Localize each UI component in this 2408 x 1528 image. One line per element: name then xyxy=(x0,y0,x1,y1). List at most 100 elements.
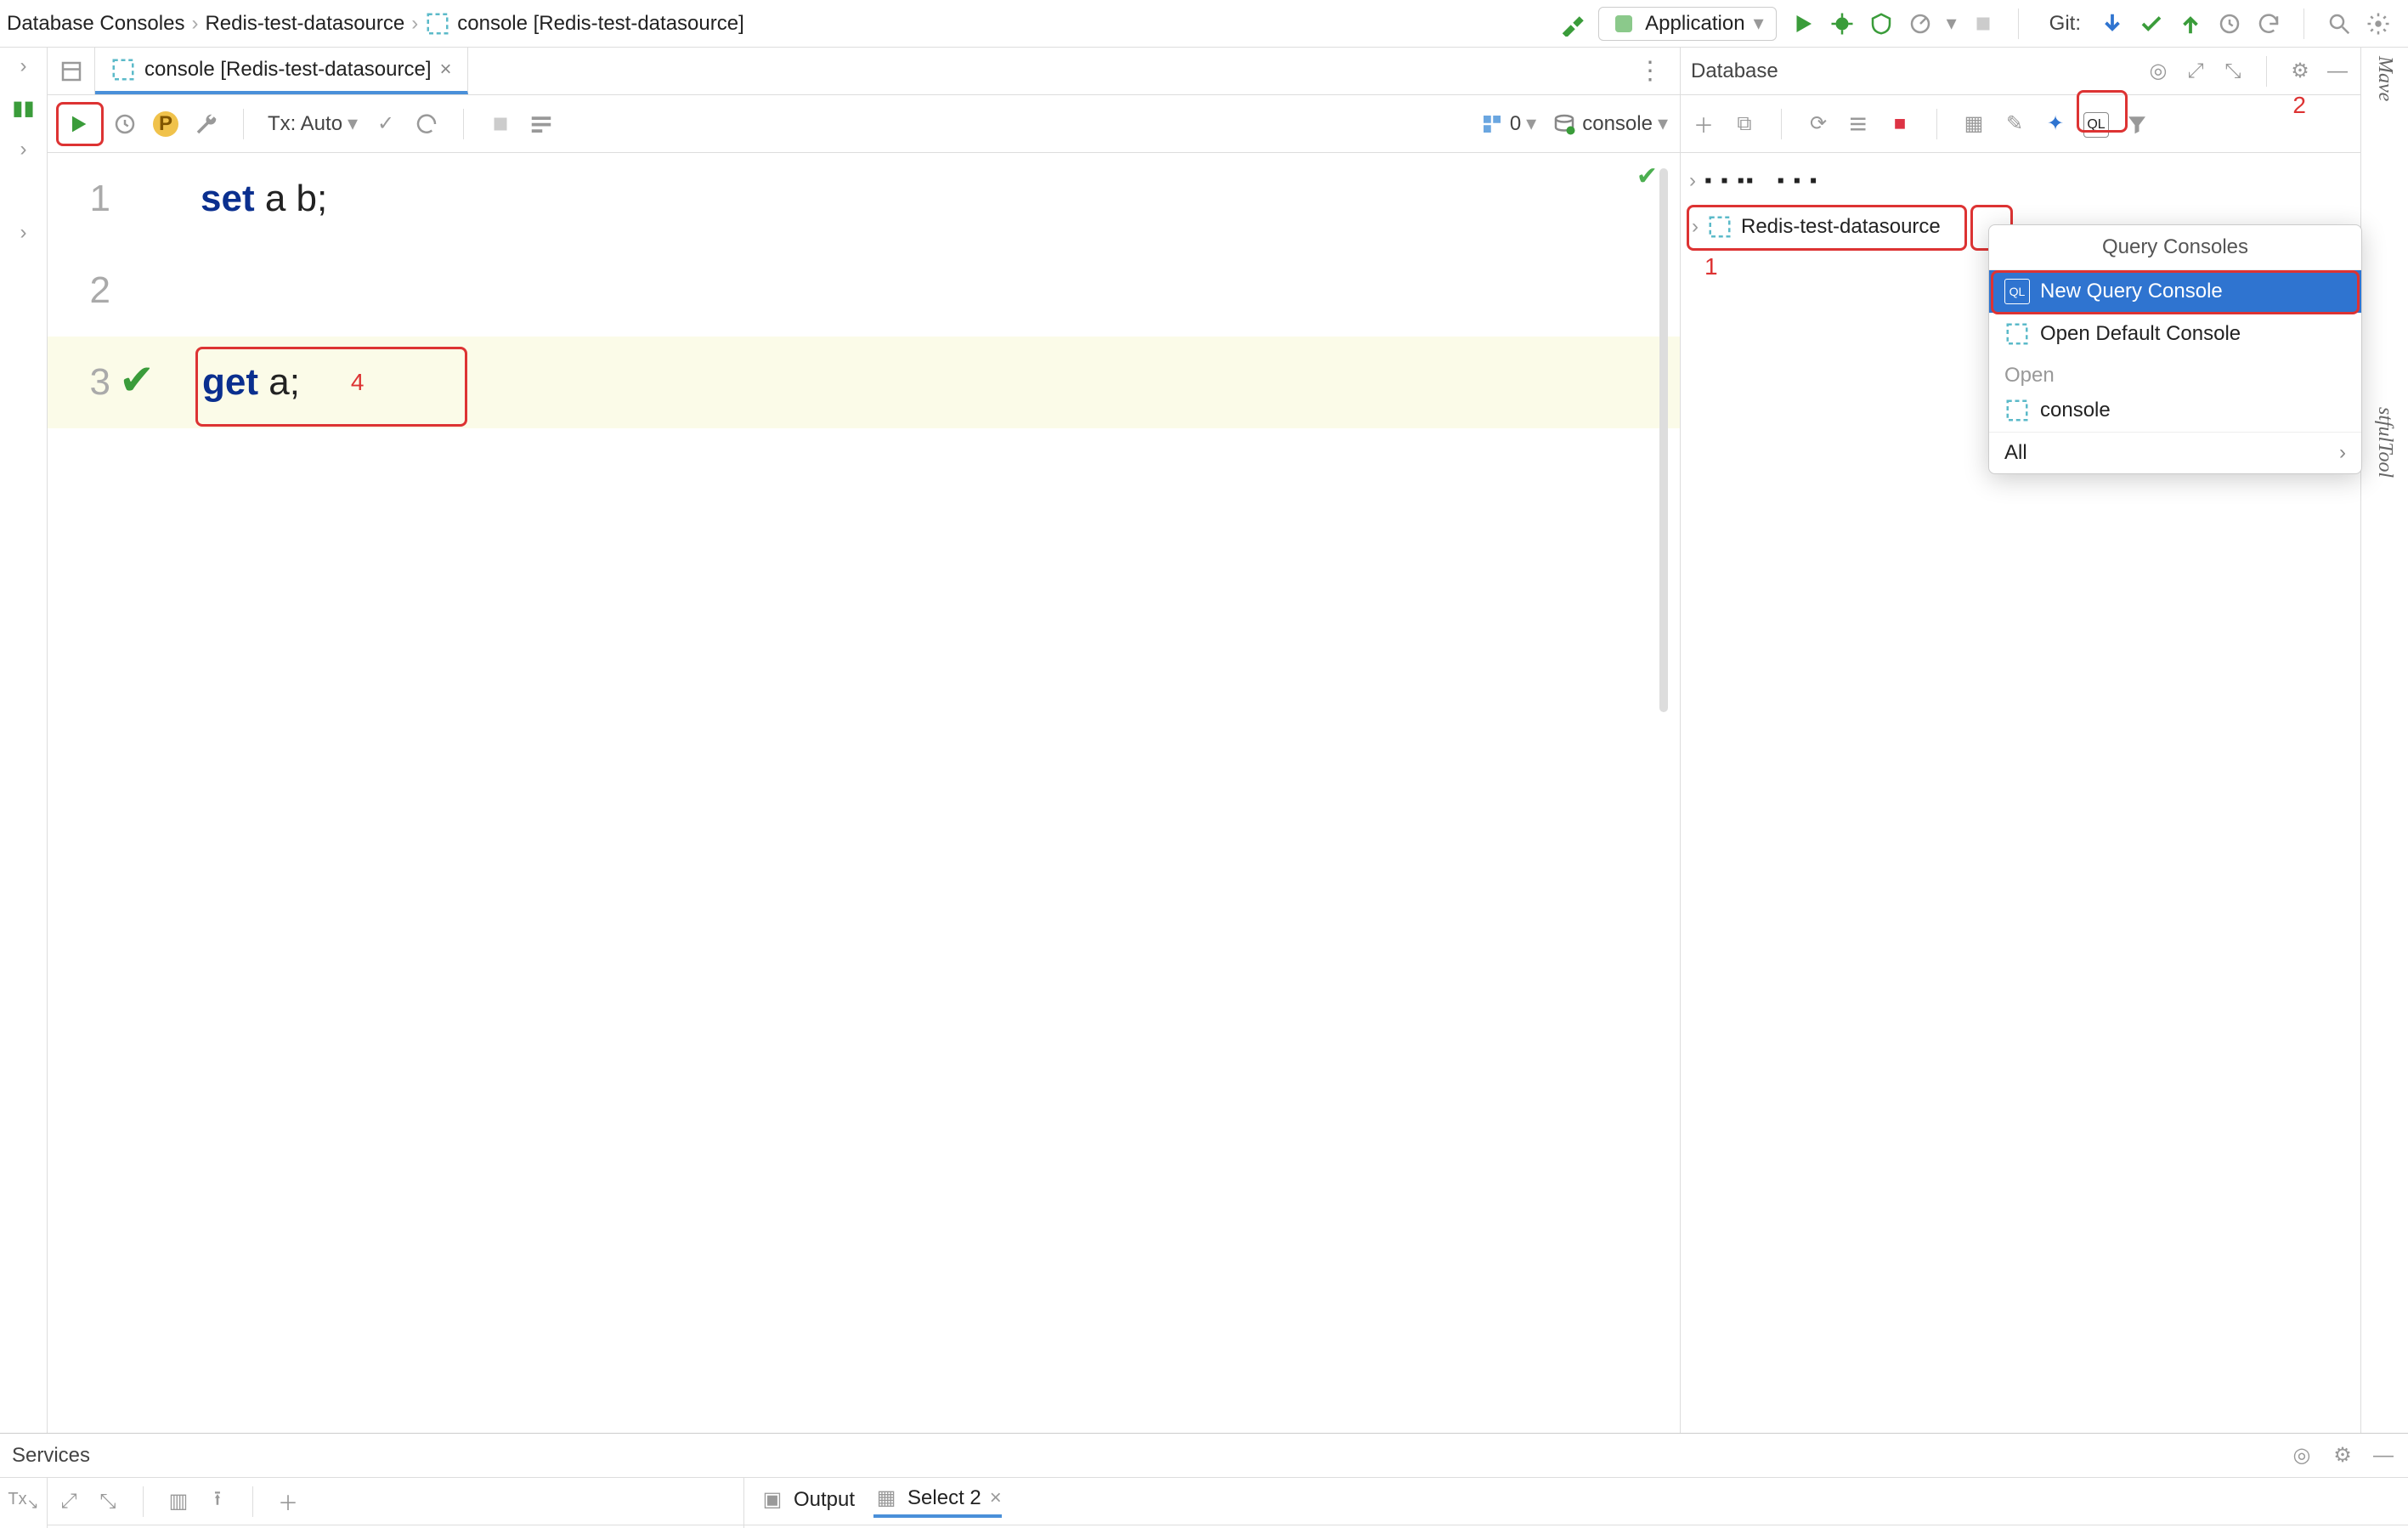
navigate-icon[interactable]: ✦ xyxy=(2043,111,2068,137)
popup-item-new-query[interactable]: QL New Query Console xyxy=(1989,270,2361,313)
collapse-icon[interactable]: ⤡ xyxy=(2220,59,2246,84)
expand-icon[interactable]: ⤢ xyxy=(2183,59,2208,84)
target-icon[interactable]: ◎ xyxy=(2289,1443,2315,1469)
coverage-icon[interactable] xyxy=(1868,11,1894,37)
session-selector[interactable]: console▾ xyxy=(1552,111,1668,137)
query-consoles-popup: Query Consoles QL New Query Console Open… xyxy=(1988,224,2362,474)
collapse-all-icon[interactable]: ⤡ xyxy=(95,1489,121,1514)
console-icon xyxy=(2004,398,2030,423)
git-commit-icon[interactable] xyxy=(2139,11,2164,37)
table-icon[interactable]: ▦ xyxy=(1961,111,1987,137)
close-icon[interactable]: × xyxy=(440,58,452,82)
schema-selector[interactable]: 0▾ xyxy=(1479,111,1536,137)
popup-all[interactable]: All › xyxy=(1989,432,2361,473)
separator xyxy=(463,109,464,139)
popup-item-label: Open Default Console xyxy=(2040,322,2241,346)
code-keyword: set xyxy=(201,178,255,219)
tab-console[interactable]: console [Redis-test-datasource] × xyxy=(95,48,468,94)
commit-icon[interactable]: ✓ xyxy=(373,111,399,137)
edit-icon[interactable]: ✎ xyxy=(2002,111,2027,137)
git-update-icon[interactable] xyxy=(2100,11,2125,37)
close-icon[interactable]: × xyxy=(990,1486,1002,1510)
run-icon[interactable] xyxy=(1790,11,1816,37)
chevron-right-icon[interactable]: › xyxy=(1689,169,1696,193)
query-console-icon[interactable]: QL xyxy=(2083,112,2109,138)
console-icon xyxy=(110,57,136,82)
execute-button[interactable] xyxy=(59,105,97,143)
separator xyxy=(2018,8,2019,39)
gear-icon[interactable]: ⚙ xyxy=(2287,59,2313,84)
chevron-right-icon: › xyxy=(191,12,198,36)
editor-column: console [Redis-test-datasource] × ⋮ 5 P … xyxy=(48,48,1681,1433)
minimize-icon[interactable]: — xyxy=(2325,59,2350,84)
duplicate-icon[interactable]: ⧉ xyxy=(1732,111,1757,137)
tab-output[interactable]: ▣ Output xyxy=(760,1487,855,1516)
panel-icon[interactable]: ▮▮ xyxy=(11,95,37,121)
target-icon[interactable]: ◎ xyxy=(2145,59,2171,84)
group-icon[interactable]: ▥ xyxy=(166,1489,191,1514)
tx-mode[interactable]: Tx: Auto▾ xyxy=(268,111,358,136)
console-icon xyxy=(2004,321,2030,347)
p-icon[interactable]: P xyxy=(153,111,178,137)
profile-icon[interactable] xyxy=(1908,11,1933,37)
editor[interactable]: 1 2 3✔ set a b; get a; 4 ✔ xyxy=(48,153,1680,1433)
callout-label: 2 xyxy=(2292,92,2306,119)
breadcrumb-item[interactable]: Redis-test-datasource xyxy=(205,12,404,36)
inspection-ok-icon[interactable]: ✔ xyxy=(1636,161,1658,191)
tab-result[interactable]: ▦ Select 2 × xyxy=(873,1486,1002,1518)
git-push-icon[interactable] xyxy=(2178,11,2203,37)
stop-icon[interactable]: ■ xyxy=(1887,111,1913,137)
breadcrumb-item[interactable]: console [Redis-test-datasource] xyxy=(457,12,744,36)
right-strip-label[interactable]: Mave xyxy=(2373,56,2396,101)
rollback-icon[interactable] xyxy=(2256,11,2281,37)
right-strip-label[interactable]: stfulTool xyxy=(2373,407,2396,478)
line-number: 2 xyxy=(48,269,124,312)
run-config-selector[interactable]: Application ▾ xyxy=(1598,7,1776,41)
popup-header: Query Consoles xyxy=(1989,225,2361,270)
wrench-icon[interactable] xyxy=(194,111,219,137)
chevron-right-icon[interactable]: › xyxy=(20,138,27,161)
popup-item-console[interactable]: console xyxy=(1989,389,2361,432)
layout-icon[interactable] xyxy=(59,59,84,84)
breadcrumb-item[interactable]: Database Consoles xyxy=(7,12,184,36)
console-icon xyxy=(425,11,450,37)
popup-all-label: All xyxy=(2004,441,2027,465)
hammer-icon[interactable] xyxy=(1559,11,1585,37)
popup-item-open-default[interactable]: Open Default Console xyxy=(1989,313,2361,355)
tab-label: console [Redis-test-datasource] xyxy=(144,58,432,82)
rollback-icon[interactable] xyxy=(414,111,439,137)
filter-icon[interactable] xyxy=(2124,111,2150,137)
open-icon[interactable]: ⭱ xyxy=(205,1489,230,1514)
minimize-icon[interactable]: — xyxy=(2371,1443,2396,1469)
services-left-strip: Tx↘ ✓ ↺ ■ ▤ xyxy=(0,1478,48,1528)
chevron-right-icon[interactable]: › xyxy=(20,54,27,78)
chevron-down-icon[interactable]: ▾ xyxy=(1947,11,1957,36)
tx-icon[interactable]: Tx↘ xyxy=(8,1490,38,1513)
popup-group-label: Open xyxy=(1989,355,2361,389)
gear-icon[interactable] xyxy=(2366,11,2391,37)
scrollbar[interactable] xyxy=(1659,168,1668,712)
line-number: 1 xyxy=(48,178,124,220)
gear-icon[interactable]: ⚙ xyxy=(2330,1443,2355,1469)
chevron-right-icon[interactable]: › xyxy=(20,221,27,245)
debug-icon[interactable] xyxy=(1829,11,1855,37)
chevron-right-icon: › xyxy=(1692,215,1699,239)
callout-label: 1 xyxy=(1704,253,1718,280)
history-icon[interactable] xyxy=(2217,11,2242,37)
query-console-icon: QL xyxy=(2004,279,2030,304)
stop-icon[interactable] xyxy=(1970,11,1996,37)
explain-plan-icon[interactable] xyxy=(529,111,554,137)
code-text: a b; xyxy=(255,178,328,219)
expand-all-icon[interactable]: ⤢ xyxy=(56,1489,82,1514)
tree-node-label: Redis-test-datasource xyxy=(1741,215,1941,239)
tab-overflow-icon[interactable]: ⋮ xyxy=(1620,56,1680,86)
stop-icon[interactable] xyxy=(488,111,513,137)
add-icon[interactable]: ＋ xyxy=(1691,111,1716,137)
refresh-icon[interactable]: ⟳ xyxy=(1806,111,1831,137)
panel-title: Database xyxy=(1691,59,2134,83)
sync-icon[interactable] xyxy=(1846,111,1872,137)
search-icon[interactable] xyxy=(2326,11,2352,37)
panel-title: Services xyxy=(12,1444,90,1468)
add-icon[interactable]: ＋ xyxy=(275,1489,301,1514)
history-icon[interactable] xyxy=(112,111,138,137)
